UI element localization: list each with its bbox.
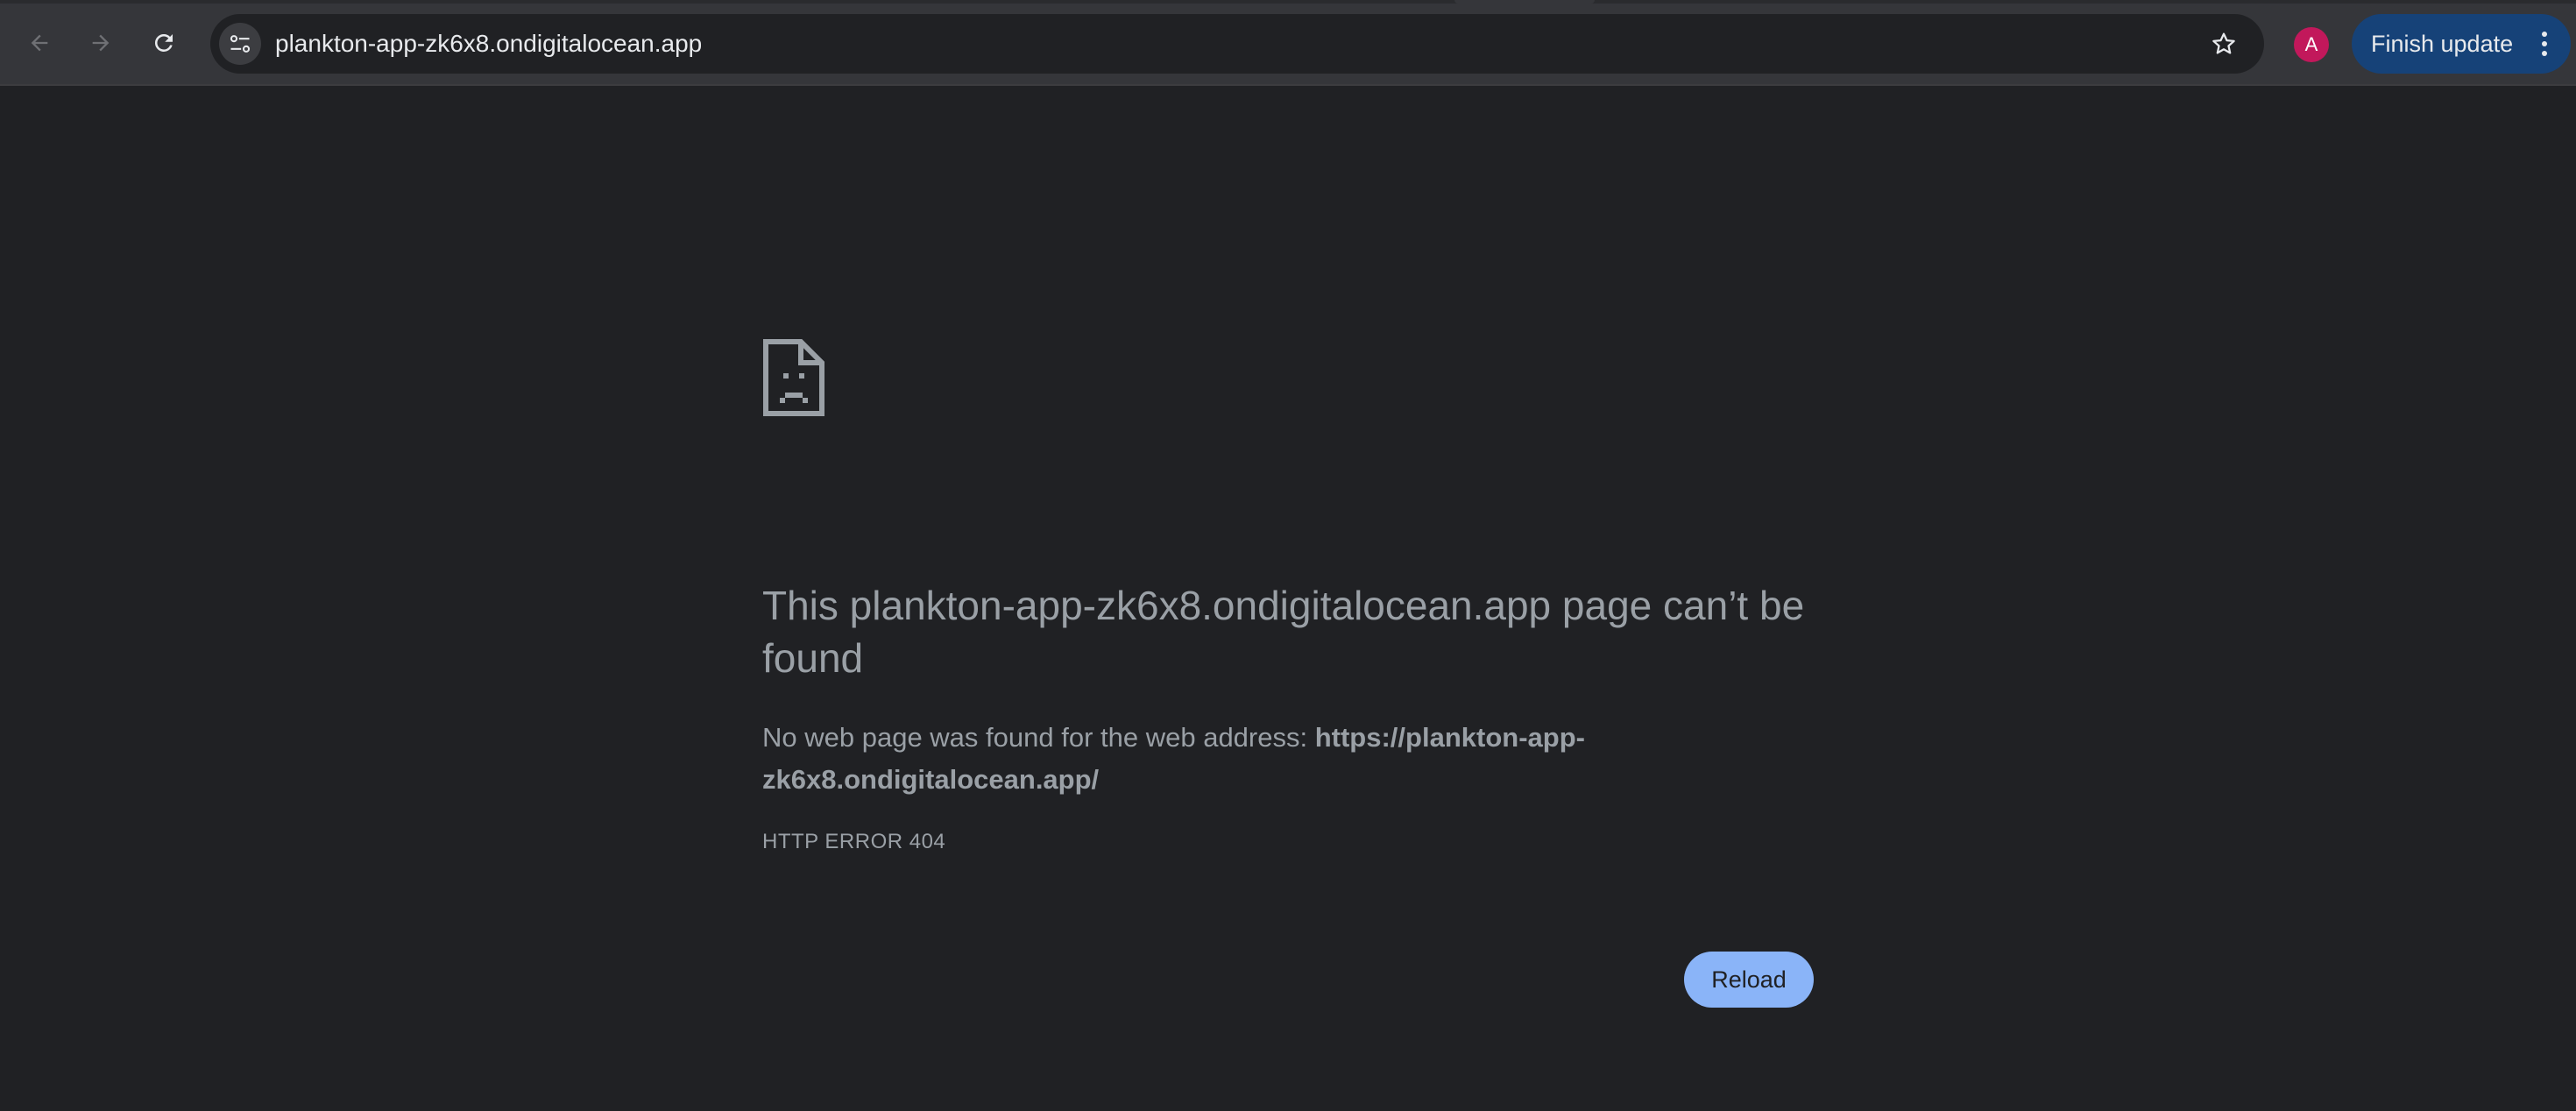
reload-page-button[interactable]: Reload (1684, 952, 1814, 1008)
tune-icon (230, 35, 251, 53)
address-bar[interactable]: plankton-app-zk6x8.ondigitalocean.app (210, 14, 2264, 74)
error-description-prefix: No web page was found for the web addres… (762, 722, 1315, 753)
error-description: No web page was found for the web addres… (762, 717, 1603, 801)
active-tab-notch[interactable] (1454, 0, 1595, 4)
forward-button[interactable] (81, 23, 121, 63)
browser-toolbar: plankton-app-zk6x8.ondigitalocean.app A … (0, 0, 2576, 86)
browser-menu-button[interactable] (2527, 26, 2562, 61)
tab-strip-edge (0, 0, 2576, 4)
error-code: HTTP ERROR 404 (762, 830, 946, 853)
sad-page-icon (763, 339, 824, 416)
reload-button[interactable] (144, 23, 184, 63)
site-info-button[interactable] (219, 23, 261, 65)
arrow-forward-icon (92, 34, 110, 52)
star-icon (2212, 32, 2235, 54)
arrow-back-icon (31, 34, 48, 52)
reload-icon (154, 33, 173, 52)
profile-avatar[interactable]: A (2294, 27, 2329, 62)
finish-update-label: Finish update (2371, 31, 2514, 57)
back-button[interactable] (19, 23, 60, 63)
url-text[interactable]: plankton-app-zk6x8.ondigitalocean.app (275, 14, 702, 74)
page-content: This plankton-app-zk6x8.ondigitalocean.a… (0, 86, 2576, 1111)
vertical-dots-icon (2542, 32, 2547, 56)
bookmark-button[interactable] (2206, 26, 2241, 61)
error-title: This plankton-app-zk6x8.ondigitalocean.a… (762, 583, 1805, 681)
finish-update-button[interactable]: Finish update (2352, 14, 2571, 74)
